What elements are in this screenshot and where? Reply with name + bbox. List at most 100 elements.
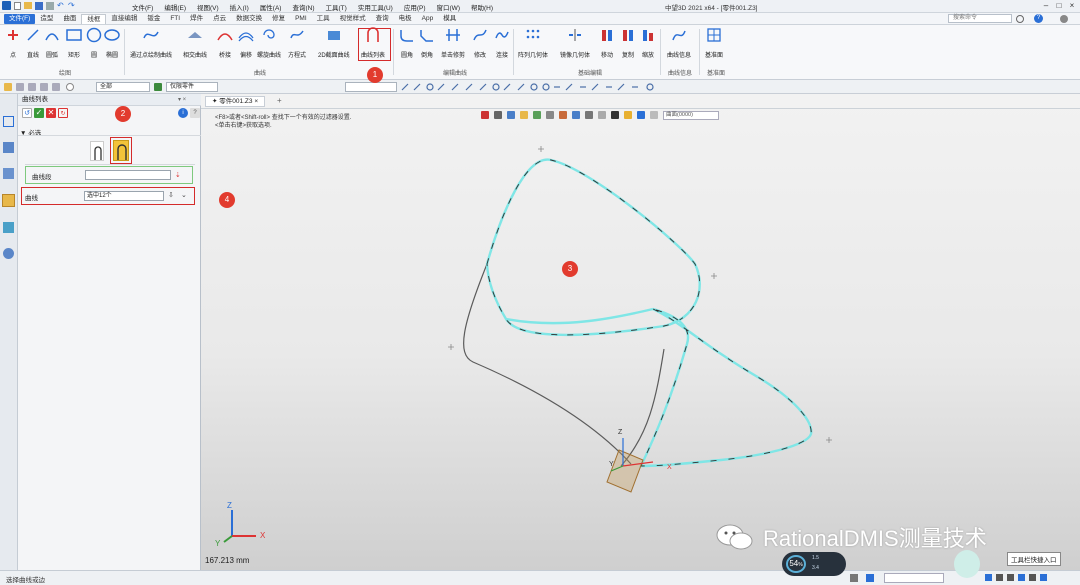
snap-tools-icon[interactable] (400, 82, 690, 92)
mode-curve-list-icon[interactable] (113, 140, 129, 161)
lasso-icon[interactable] (52, 83, 60, 91)
tab-electrode[interactable]: 电极 (394, 14, 417, 24)
menu-attribute[interactable]: 属性(A) (260, 2, 282, 12)
single-trim-button[interactable]: 单击修剪 (441, 27, 465, 59)
fillet-button[interactable]: 圆角 (399, 27, 415, 59)
curve-through-points-button[interactable]: 通过点绘制曲线 (130, 27, 172, 59)
tab-app[interactable]: App (417, 14, 439, 24)
filter-combo[interactable]: 全部 (96, 82, 150, 92)
scope-icon[interactable] (154, 83, 162, 91)
help-doc-icon[interactable]: ? (190, 108, 200, 118)
helix-button[interactable]: 螺旋曲线 (257, 27, 281, 59)
cancel-button[interactable]: ✕ (46, 108, 56, 118)
view-tab-icon[interactable] (3, 222, 14, 233)
box-select-icon[interactable] (40, 83, 48, 91)
layer-tab-icon[interactable] (3, 168, 14, 179)
select-icon[interactable] (4, 83, 12, 91)
point-button[interactable]: 点 (5, 27, 21, 59)
performance-gauge[interactable]: 54% 1.5 3.4 (782, 552, 846, 576)
pin-icon[interactable]: ▾ × (178, 96, 186, 103)
tab-surface[interactable]: 曲面 (58, 14, 81, 24)
curve-edge-left[interactable] (463, 263, 632, 465)
save-icon[interactable] (35, 1, 43, 10)
graphics-viewport[interactable]: ✦ 零件001.Z3 × + <F8>或者<Shift-roll> 查找下一个有… (201, 94, 1080, 570)
curve-info-button[interactable]: 曲线信息 (667, 27, 691, 59)
menu-window[interactable]: 窗口(W) (437, 2, 460, 12)
search-icon[interactable] (1016, 15, 1024, 23)
selected-curve-bridge[interactable] (505, 307, 654, 325)
arc-button[interactable]: 圆弧 (44, 27, 60, 59)
history-tab-icon[interactable] (3, 116, 14, 127)
apply-button[interactable]: ↻ (58, 108, 68, 118)
keyboard-icon[interactable] (1018, 574, 1025, 581)
mic-icon[interactable] (1007, 574, 1014, 581)
tab-mold[interactable]: 模具 (438, 14, 461, 24)
status-icon[interactable] (866, 574, 874, 582)
command-search-input[interactable]: 搜索命令 (948, 14, 1012, 23)
filter-icon[interactable] (16, 83, 24, 91)
ellipse-button[interactable]: 椭圆 (104, 27, 120, 59)
scale-button[interactable]: 缩放 (640, 27, 656, 59)
tab-point-cloud[interactable]: 点云 (208, 14, 231, 24)
model-canvas[interactable]: Z X Y Z X Y (201, 94, 1080, 570)
menu-help[interactable]: 帮助(H) (471, 2, 493, 12)
open-folder-icon[interactable] (24, 2, 32, 9)
join-button[interactable]: 连接 (494, 27, 510, 59)
mascot-icon[interactable] (954, 550, 980, 578)
circle-button[interactable]: 圆 (86, 27, 102, 59)
status-icon[interactable] (850, 574, 858, 582)
tab-direct-edit[interactable]: 直接编辑 (106, 14, 142, 24)
tab-visual-style[interactable]: 视觉样式 (335, 14, 371, 24)
redo-icon[interactable]: ↷ (68, 1, 76, 10)
snap-combo[interactable] (345, 82, 397, 92)
tab-tools[interactable]: 工具 (312, 14, 335, 24)
tab-repair[interactable]: 修复 (267, 14, 290, 24)
datum-plane-button[interactable]: 基准面 (705, 27, 723, 59)
menu-query[interactable]: 查询(N) (292, 2, 314, 12)
menu-edit[interactable]: 编辑(E) (164, 2, 186, 12)
tab-wireframe[interactable]: 线框 (81, 14, 107, 24)
menu-view[interactable]: 视图(V) (197, 2, 219, 12)
section-curve-2d-button[interactable]: 2D截面曲线 (318, 27, 350, 59)
close-button[interactable]: × (1066, 1, 1078, 11)
tab-pmi[interactable]: PMI (290, 14, 312, 24)
settings-icon[interactable] (1060, 15, 1068, 23)
tab-sheetmetal[interactable]: 钣金 (142, 14, 165, 24)
curve-segment-input[interactable] (85, 170, 171, 180)
menu-insert[interactable]: 插入(I) (230, 2, 249, 12)
move-button[interactable]: 移动 (599, 27, 615, 59)
mode-curve-icon[interactable] (90, 141, 104, 161)
info-icon[interactable]: i (178, 108, 188, 118)
tab-query[interactable]: 查询 (371, 14, 394, 24)
menu-file[interactable]: 文件(F) (132, 2, 153, 12)
bridge-button[interactable]: 桥接 (217, 27, 233, 59)
user-tab-icon[interactable] (3, 248, 14, 259)
copy-button[interactable]: 复制 (620, 27, 636, 59)
scope-combo[interactable]: 仅限零件 (166, 82, 218, 92)
mirror-geometry-button[interactable]: 镜像几何体 (560, 27, 590, 59)
shirt-icon[interactable] (1029, 574, 1036, 581)
tab-modeling[interactable]: 造型 (35, 14, 58, 24)
return-icon[interactable]: ↺ (22, 108, 32, 118)
modify-button[interactable]: 修改 (472, 27, 488, 59)
rectangle-button[interactable]: 矩形 (66, 27, 82, 59)
intersect-curve-button[interactable]: 相交曲线 (183, 27, 207, 59)
ime-icon[interactable] (985, 574, 992, 581)
chamfer-button[interactable]: 倒角 (419, 27, 435, 59)
minimize-button[interactable]: – (1040, 1, 1052, 11)
print-icon[interactable] (46, 1, 54, 10)
selected-curve-upper[interactable] (485, 158, 701, 337)
curve-edge-right[interactable] (620, 348, 665, 467)
ok-button[interactable]: ✓ (34, 108, 44, 118)
remove-icon[interactable]: ⇣ (175, 171, 181, 179)
tab-file[interactable]: 文件(F) (4, 14, 36, 24)
array-geometry-button[interactable]: 阵列几何体 (518, 27, 548, 59)
maximize-button[interactable]: □ (1053, 1, 1065, 11)
menu-utilities[interactable]: 实用工具(U) (358, 2, 393, 12)
pick-icon[interactable] (28, 83, 36, 91)
tab-weldment[interactable]: 焊件 (185, 14, 208, 24)
feature-tab-icon[interactable] (2, 194, 15, 207)
new-file-icon[interactable] (14, 1, 21, 10)
tab-data-exchange[interactable]: 数据交换 (231, 14, 267, 24)
line-button[interactable]: 直线 (25, 27, 41, 59)
